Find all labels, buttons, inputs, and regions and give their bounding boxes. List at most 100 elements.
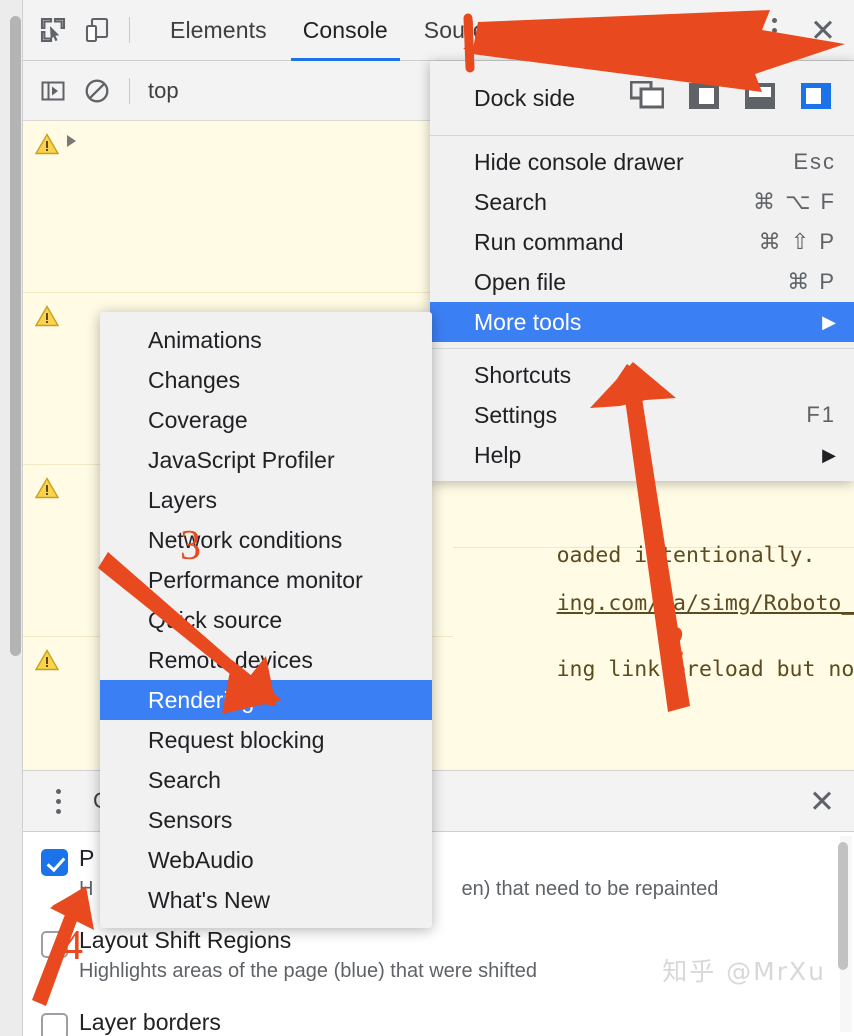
submenu-item-label: Layers bbox=[148, 486, 218, 513]
drawer-close-icon[interactable]: ✕ bbox=[809, 786, 835, 817]
submenu-item-animations[interactable]: Animations bbox=[100, 320, 432, 360]
submenu-item-label: Rendering bbox=[148, 686, 255, 713]
console-context-value: top bbox=[148, 77, 179, 103]
tab-console-label: Console bbox=[302, 16, 388, 43]
warning-icon bbox=[35, 305, 59, 327]
submenu-item-label: Quick source bbox=[148, 606, 283, 633]
console-sidebar-icon[interactable] bbox=[31, 69, 75, 113]
submenu-item-label: Search bbox=[148, 766, 221, 793]
menu-item-hide-console-drawer[interactable]: Hide console drawer Esc bbox=[430, 142, 854, 182]
menu-item-label: Open file bbox=[474, 268, 567, 295]
devtools-tabbar: Elements Console Sources ✕ bbox=[23, 0, 854, 61]
menu-item-run-command[interactable]: Run command ⌘ ⇧ P bbox=[430, 222, 854, 262]
menu-item-label: Run command bbox=[474, 228, 624, 255]
menu-item-settings[interactable]: Settings F1 bbox=[430, 395, 854, 435]
dock-side-label: Dock side bbox=[474, 84, 575, 111]
menu-divider bbox=[430, 135, 854, 136]
submenu-arrow-icon: ▶ bbox=[822, 444, 836, 465]
dock-to-left-icon[interactable] bbox=[688, 82, 720, 115]
submenu-item-performance-monitor[interactable]: Performance monitor bbox=[100, 560, 432, 600]
option-description-head: H bbox=[79, 878, 94, 900]
tab-elements[interactable]: Elements bbox=[152, 0, 285, 61]
submenu-item-label: Animations bbox=[148, 326, 262, 353]
submenu-item-javascript-profiler[interactable]: JavaScript Profiler bbox=[100, 440, 432, 480]
submenu-item-label: Network conditions bbox=[148, 526, 343, 553]
annotation-number-2: 2 bbox=[664, 619, 685, 665]
watermark: 知乎 @MrXu bbox=[662, 957, 826, 986]
screenshot-root: Elements Console Sources ✕ top oaded int… bbox=[0, 0, 854, 1036]
menu-item-shortcut: ⌘ ⌥ F bbox=[752, 189, 836, 214]
menu-item-label: Search bbox=[474, 188, 547, 215]
submenu-item-remote-devices[interactable]: Remote devices bbox=[100, 640, 432, 680]
drawer-scrollbar-thumb[interactable] bbox=[838, 842, 848, 970]
submenu-item-label: Changes bbox=[148, 366, 241, 393]
option-title: Layer borders bbox=[79, 1009, 221, 1035]
dock-to-bottom-icon[interactable] bbox=[744, 82, 776, 115]
menu-item-label: Help bbox=[474, 441, 522, 468]
more-options-menu: Dock side Hide console drawer Esc Search… bbox=[430, 61, 854, 481]
more-tools-submenu: Animations Changes Coverage JavaScript P… bbox=[100, 312, 432, 928]
submenu-item-layers[interactable]: Layers bbox=[100, 480, 432, 520]
submenu-item-label: Coverage bbox=[148, 406, 248, 433]
submenu-item-label: Remote devices bbox=[148, 646, 313, 673]
toolbar-divider bbox=[129, 17, 130, 43]
expand-arrow-icon[interactable] bbox=[67, 135, 76, 147]
tab-elements-label: Elements bbox=[170, 16, 267, 43]
menu-item-shortcut: F1 bbox=[806, 402, 836, 427]
tabbar-right-divider bbox=[740, 17, 741, 43]
annotation-number-3: 3 bbox=[180, 523, 201, 569]
dock-side-options bbox=[629, 80, 832, 116]
submenu-item-label: Sensors bbox=[148, 806, 233, 833]
option-layer-borders[interactable]: Layer borders bbox=[23, 996, 854, 1036]
annotation-number-1: 1 bbox=[460, 13, 481, 59]
submenu-item-request-blocking[interactable]: Request blocking bbox=[100, 720, 432, 760]
submenu-item-label: What's New bbox=[148, 886, 270, 913]
menu-item-shortcuts[interactable]: Shortcuts bbox=[430, 355, 854, 395]
submenu-item-label: Request blocking bbox=[148, 726, 325, 753]
submenu-item-whats-new[interactable]: What's New bbox=[100, 880, 432, 920]
tab-console[interactable]: Console bbox=[285, 0, 406, 61]
submenu-item-coverage[interactable]: Coverage bbox=[100, 400, 432, 440]
dock-side-row: Dock side bbox=[430, 67, 854, 129]
paint-flashing-checkbox[interactable] bbox=[41, 849, 68, 876]
submenu-item-label: WebAudio bbox=[148, 846, 254, 873]
annotation-number-4: 4 bbox=[62, 923, 83, 969]
submenu-item-label: Performance monitor bbox=[148, 566, 363, 593]
page-gutter bbox=[0, 0, 22, 1036]
submenu-item-label: JavaScript Profiler bbox=[148, 446, 335, 473]
undock-into-separate-window-icon[interactable] bbox=[629, 80, 665, 116]
submenu-item-sensors[interactable]: Sensors bbox=[100, 800, 432, 840]
page-scrollbar-thumb[interactable] bbox=[10, 16, 21, 656]
layer-borders-checkbox[interactable] bbox=[41, 1013, 68, 1036]
drawer-more-options-icon[interactable] bbox=[35, 778, 81, 824]
console-toolbar-divider bbox=[129, 77, 130, 104]
more-options-icon[interactable] bbox=[751, 7, 797, 53]
menu-item-shortcut: ⌘ ⇧ P bbox=[758, 229, 836, 254]
menu-item-open-file[interactable]: Open file ⌘ P bbox=[430, 262, 854, 302]
menu-item-label: Hide console drawer bbox=[474, 148, 684, 175]
warning-icon bbox=[35, 477, 59, 499]
submenu-item-network-conditions[interactable]: Network conditions bbox=[100, 520, 432, 560]
menu-item-search[interactable]: Search ⌘ ⌥ F bbox=[430, 182, 854, 222]
menu-item-more-tools[interactable]: More tools ▶ bbox=[430, 302, 854, 342]
clear-console-icon[interactable] bbox=[75, 69, 119, 113]
page-scrollbar-track[interactable] bbox=[5, 6, 21, 1030]
submenu-item-changes[interactable]: Changes bbox=[100, 360, 432, 400]
tabbar-right-controls: ✕ bbox=[730, 0, 854, 61]
submenu-item-webaudio[interactable]: WebAudio bbox=[100, 840, 432, 880]
drawer-scrollbar-track[interactable] bbox=[838, 836, 852, 1032]
dock-to-right-icon[interactable] bbox=[800, 82, 832, 115]
submenu-arrow-icon: ▶ bbox=[822, 311, 836, 332]
inspect-element-icon[interactable] bbox=[31, 8, 75, 52]
submenu-item-rendering[interactable]: Rendering bbox=[100, 680, 432, 720]
close-icon[interactable]: ✕ bbox=[797, 7, 849, 53]
submenu-item-quick-source[interactable]: Quick source bbox=[100, 600, 432, 640]
menu-divider bbox=[430, 348, 854, 349]
menu-item-help[interactable]: Help ▶ bbox=[430, 435, 854, 475]
submenu-item-search[interactable]: Search bbox=[100, 760, 432, 800]
menu-item-label: Shortcuts bbox=[474, 361, 572, 388]
warning-icon bbox=[35, 649, 59, 671]
menu-item-shortcut: Esc bbox=[793, 149, 836, 174]
device-toolbar-icon[interactable] bbox=[75, 8, 119, 52]
menu-item-label: More tools bbox=[474, 308, 582, 335]
